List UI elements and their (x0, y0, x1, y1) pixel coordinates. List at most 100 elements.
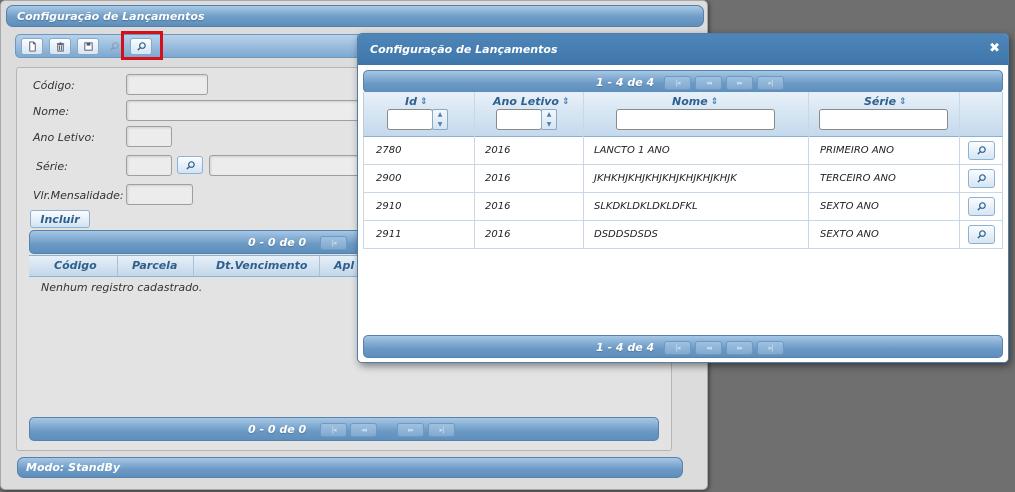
column-ano-letivo[interactable]: Ano Letivo ⇕ (493, 95, 570, 108)
column-separator (583, 221, 584, 248)
filter-serie-input[interactable] (819, 109, 948, 130)
codigo-field[interactable] (126, 74, 208, 95)
column-serie[interactable]: Série ⇕ (864, 95, 907, 108)
select-row-button[interactable] (968, 169, 995, 188)
sort-icon: ⇕ (561, 97, 570, 107)
cell-nome: LANCTO 1 ANO (594, 145, 670, 156)
cell-serie: SEXTO ANO (820, 229, 879, 240)
column-separator (583, 165, 584, 192)
search-icon (977, 174, 986, 183)
column-apl[interactable]: Apl (334, 259, 354, 272)
trash-icon (56, 42, 64, 52)
cell-nome: SLKDKLDKLDKLDFKL (594, 201, 698, 212)
spin-up-icon: ▲ (546, 111, 552, 119)
table-row[interactable]: 2780 2016 LANCTO 1 ANO PRIMEIRO ANO (363, 137, 1003, 165)
column-separator (474, 221, 475, 248)
select-row-button[interactable] (968, 225, 995, 244)
window-title: Configuração de Lançamentos (6, 5, 704, 27)
next-page-button[interactable]: ▸▸ (726, 341, 753, 355)
column-separator (808, 165, 809, 192)
filter-ano-spinner[interactable]: ▲ ▼ (541, 109, 557, 130)
column-separator (959, 92, 960, 137)
dialog-top-pager: 1 - 4 de 4 |◂ ◂◂ ▸▸ ▸| (363, 70, 1003, 93)
serie-search-button[interactable] (177, 156, 203, 174)
column-separator (808, 137, 809, 164)
ano-letivo-field[interactable] (126, 126, 172, 147)
table-row[interactable]: 2911 2016 DSDDSDSDS SEXTO ANO (363, 221, 1003, 249)
filter-ano-input[interactable] (496, 109, 542, 130)
column-separator (808, 92, 809, 137)
column-separator (474, 137, 475, 164)
spin-down-icon: ▼ (437, 120, 443, 128)
serie-description-field[interactable] (209, 155, 366, 176)
filter-id-input[interactable] (387, 109, 433, 130)
first-page-button[interactable]: |◂ (664, 76, 691, 90)
sort-icon: ⇕ (710, 97, 719, 107)
column-separator (474, 92, 475, 137)
cell-ano: 2016 (485, 229, 511, 240)
column-id[interactable]: Id ⇕ (405, 95, 428, 108)
column-serie-label: Série (864, 95, 897, 108)
select-row-button[interactable] (968, 197, 995, 216)
column-separator (117, 256, 118, 276)
column-separator (474, 165, 475, 192)
prev-page-button[interactable]: ◂◂ (695, 341, 722, 355)
first-page-button[interactable]: |◂ (320, 423, 347, 437)
delete-button[interactable] (49, 38, 71, 55)
serie-code-field[interactable] (126, 155, 172, 176)
status-bar: Modo: StandBy (17, 457, 683, 478)
dialog-bottom-pager: 1 - 4 de 4 |◂ ◂◂ ▸▸ ▸| (363, 335, 1003, 358)
cell-id: 2900 (376, 173, 402, 184)
column-separator (959, 137, 960, 164)
column-separator (959, 193, 960, 220)
filter-nome-input[interactable] (616, 109, 775, 130)
cell-id: 2911 (376, 229, 402, 240)
cell-id: 2910 (376, 201, 402, 212)
column-codigo[interactable]: Código (54, 259, 97, 272)
column-separator (319, 256, 320, 276)
prev-page-button[interactable]: ◂◂ (695, 76, 722, 90)
column-separator (959, 165, 960, 192)
nome-field[interactable] (126, 100, 366, 121)
select-row-button[interactable] (968, 141, 995, 160)
first-page-button[interactable]: |◂ (664, 341, 691, 355)
sort-icon: ⇕ (899, 97, 907, 107)
search-icon (977, 146, 986, 155)
column-separator (583, 92, 584, 137)
last-page-button[interactable]: ▸| (757, 341, 784, 355)
next-page-button[interactable]: ▸▸ (397, 423, 424, 437)
filter-id-spinner[interactable]: ▲ ▼ (432, 109, 448, 130)
column-dt-vencimento[interactable]: Dt.Vencimento (216, 259, 307, 272)
vlr-mensalidade-field[interactable] (126, 184, 193, 205)
new-document-button[interactable] (21, 38, 43, 55)
floppy-disk-icon (83, 42, 93, 51)
vlr-mensalidade-label: Vlr.Mensalidade: (33, 189, 124, 202)
incluir-button[interactable]: Incluir (30, 210, 90, 228)
codigo-label: Código: (33, 79, 75, 92)
table-row[interactable]: 2910 2016 SLKDKLDKLDKLDFKL SEXTO ANO (363, 193, 1003, 221)
empty-grid-message: Nenhum registro cadastrado. (41, 281, 203, 294)
next-page-button[interactable]: ▸▸ (726, 76, 753, 90)
column-parcela[interactable]: Parcela (132, 259, 177, 272)
column-nome[interactable]: Nome ⇕ (672, 95, 718, 108)
cell-serie: SEXTO ANO (820, 201, 879, 212)
grid-header: Código Parcela Dt.Vencimento Apl (29, 255, 359, 277)
column-separator (193, 256, 194, 276)
dialog-grid-header: Id ⇕ ▲ ▼ Ano Letivo ⇕ ▲ ▼ Nome ⇕ Série ⇕ (363, 92, 1003, 137)
table-row[interactable]: 2900 2016 JKHKHJKHJKHJKHJKHJKHJKHJK TERC… (363, 165, 1003, 193)
last-page-button[interactable]: ▸| (757, 76, 784, 90)
cell-ano: 2016 (485, 145, 511, 156)
prev-page-button[interactable]: ◂◂ (350, 423, 377, 437)
save-button[interactable] (77, 38, 99, 55)
dialog-title: Configuração de Lançamentos ✖ (358, 34, 1008, 65)
new-document-icon (28, 41, 36, 52)
column-separator (583, 193, 584, 220)
column-separator (959, 221, 960, 248)
last-page-button[interactable]: ▸| (428, 423, 455, 437)
column-ano-letivo-label: Ano Letivo (493, 95, 559, 108)
first-page-button[interactable]: |◂ (320, 236, 347, 250)
cell-nome: JKHKHJKHJKHJKHJKHJKHJKHJK (594, 173, 737, 184)
close-icon[interactable]: ✖ (989, 41, 1000, 56)
search-icon (977, 202, 986, 211)
cell-serie: TERCEIRO ANO (820, 173, 896, 184)
